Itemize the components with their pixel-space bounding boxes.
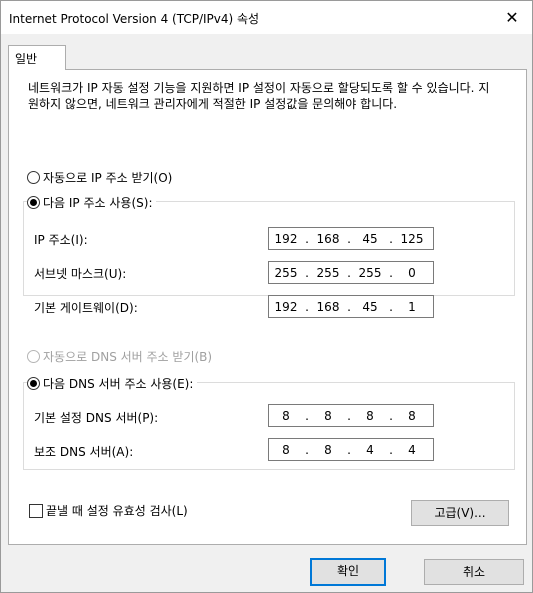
- alternate-dns-field[interactable]: 8. 8. 4. 4: [268, 438, 434, 461]
- dot: .: [347, 265, 351, 280]
- ip-octet: 4: [408, 442, 416, 457]
- dialog-window: Internet Protocol Version 4 (TCP/IPv4) 속…: [0, 0, 533, 593]
- general-panel: 네트워크가 IP 자동 설정 기능을 지원하면 IP 설정이 자동으로 할당되도…: [8, 69, 527, 545]
- preferred-dns-field[interactable]: 8. 8. 8. 8: [268, 404, 434, 427]
- ip-octet: 255: [274, 265, 298, 280]
- validate-checkbox-box: [29, 503, 43, 518]
- validate-checkbox-label: 끝낼 때 설정 유효성 검사(L): [46, 504, 188, 518]
- ip-octet: 8: [324, 442, 332, 457]
- dot: .: [347, 442, 351, 457]
- ip-address-field[interactable]: 192. 168. 45. 125: [268, 227, 434, 250]
- manual-dns-radio-circle: [27, 377, 40, 390]
- dot: .: [347, 231, 351, 246]
- ip-octet: 8: [408, 408, 416, 423]
- dot: .: [305, 442, 309, 457]
- dot: .: [389, 265, 393, 280]
- ip-address-label: IP 주소(I):: [34, 233, 88, 247]
- gateway-label: 기본 게이트웨이(D):: [34, 301, 138, 315]
- auto-dns-radio[interactable]: 자동으로 DNS 서버 주소 받기(B): [27, 348, 212, 365]
- subnet-mask-field[interactable]: 255. 255. 255. 0: [268, 261, 434, 284]
- alternate-dns-label: 보조 DNS 서버(A):: [34, 445, 134, 459]
- ip-octet: 45: [362, 231, 378, 246]
- ip-octet: 192: [274, 299, 298, 314]
- auto-dns-radio-circle: [27, 350, 40, 363]
- manual-dns-radio[interactable]: 다음 DNS 서버 주소 사용(E):: [27, 375, 198, 392]
- ip-octet: 125: [400, 231, 424, 246]
- auto-ip-radio[interactable]: 자동으로 IP 주소 받기(O): [27, 169, 172, 186]
- dot: .: [305, 265, 309, 280]
- auto-dns-label: 자동으로 DNS 서버 주소 받기(B): [43, 350, 213, 364]
- ip-octet: 168: [316, 231, 340, 246]
- auto-ip-label: 자동으로 IP 주소 받기(O): [43, 171, 173, 185]
- dot: .: [389, 231, 393, 246]
- dot: .: [389, 442, 393, 457]
- description-text: 네트워크가 IP 자동 설정 기능을 지원하면 IP 설정이 자동으로 할당되도…: [28, 81, 490, 111]
- dot: .: [389, 299, 393, 314]
- ip-octet: 4: [366, 442, 374, 457]
- ip-octet: 8: [324, 408, 332, 423]
- manual-ip-radio-circle: [27, 196, 40, 209]
- preferred-dns-label: 기본 설정 DNS 서버(P):: [34, 411, 159, 425]
- ip-octet: 255: [316, 265, 340, 280]
- validate-on-exit-checkbox[interactable]: 끝낼 때 설정 유효성 검사(L): [29, 502, 188, 519]
- dot: .: [305, 299, 309, 314]
- manual-dns-label: 다음 DNS 서버 주소 사용(E):: [43, 377, 194, 391]
- window-title: Internet Protocol Version 4 (TCP/IPv4) 속…: [9, 12, 260, 26]
- ip-octet: 8: [366, 408, 374, 423]
- manual-ip-radio[interactable]: 다음 IP 주소 사용(S):: [27, 194, 157, 211]
- ip-octet: 45: [362, 299, 378, 314]
- ip-octet: 8: [282, 442, 290, 457]
- ip-octet: 192: [274, 231, 298, 246]
- ok-button[interactable]: 확인: [310, 558, 386, 586]
- manual-ip-label: 다음 IP 주소 사용(S):: [43, 196, 153, 210]
- ip-octet: 255: [358, 265, 382, 280]
- ip-octet: 0: [408, 265, 416, 280]
- ip-octet: 8: [282, 408, 290, 423]
- close-icon[interactable]: ✕: [492, 1, 532, 34]
- ip-octet: 1: [408, 299, 416, 314]
- cancel-button[interactable]: 취소: [424, 559, 524, 585]
- subnet-mask-label: 서브넷 마스크(U):: [34, 267, 127, 281]
- tab-general-label: 일반: [15, 52, 38, 66]
- advanced-button[interactable]: 고급(V)...: [411, 500, 509, 526]
- dot: .: [305, 408, 309, 423]
- dot: .: [305, 231, 309, 246]
- tab-general[interactable]: 일반: [8, 45, 66, 70]
- dot: .: [347, 408, 351, 423]
- dot: .: [347, 299, 351, 314]
- title-bar[interactable]: Internet Protocol Version 4 (TCP/IPv4) 속…: [1, 1, 532, 34]
- ip-octet: 168: [316, 299, 340, 314]
- auto-ip-radio-circle: [27, 171, 40, 184]
- gateway-field[interactable]: 192. 168. 45. 1: [268, 295, 434, 318]
- dot: .: [389, 408, 393, 423]
